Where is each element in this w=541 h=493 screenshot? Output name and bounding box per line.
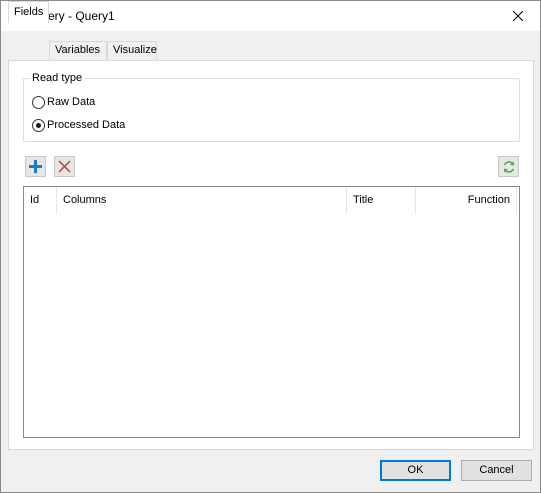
column-columns-label: Columns: [63, 194, 107, 206]
close-button[interactable]: [496, 1, 540, 31]
ok-button[interactable]: OK: [380, 460, 451, 481]
raw-data-radio[interactable]: [32, 95, 45, 109]
column-title-label: Title: [353, 194, 374, 206]
plus-icon: [29, 160, 42, 173]
delete-x-icon: [58, 160, 71, 173]
tab-visualize[interactable]: Visualize: [107, 41, 157, 60]
refresh-icon: [503, 160, 514, 173]
add-button[interactable]: [25, 156, 46, 177]
column-header-function[interactable]: Function: [416, 187, 517, 214]
query-dialog: Query - Query1 Fields Variables Visualiz…: [0, 0, 541, 493]
column-header-id[interactable]: Id: [24, 187, 57, 214]
fields-list[interactable]: Id Columns Title Function: [23, 186, 520, 438]
processed-data-label: Processed Data: [47, 119, 126, 131]
column-id-label: Id: [30, 194, 40, 206]
refresh-button[interactable]: [498, 156, 519, 177]
column-header-columns[interactable]: Columns: [57, 187, 347, 214]
column-function-label: Function: [467, 194, 510, 206]
tab-fields-label: Fields: [14, 6, 44, 18]
column-header-title[interactable]: Title: [347, 187, 416, 214]
read-type-legend: Read type: [30, 72, 85, 84]
cancel-button[interactable]: Cancel: [461, 460, 532, 481]
processed-data-option[interactable]: Processed Data: [32, 117, 125, 133]
tab-fields[interactable]: Fields: [8, 1, 49, 23]
close-icon: [513, 11, 523, 21]
tab-visualize-label: Visualize: [113, 44, 157, 56]
delete-button[interactable]: [54, 156, 75, 177]
title-bar: Query - Query1: [1, 1, 540, 31]
raw-data-label: Raw Data: [47, 96, 96, 108]
tab-variables-label: Variables: [55, 44, 101, 56]
processed-data-radio[interactable]: [32, 118, 45, 132]
list-header: Id Columns Title Function: [24, 187, 519, 214]
raw-data-option[interactable]: Raw Data: [32, 94, 95, 110]
tab-variables[interactable]: Variables: [49, 41, 107, 60]
